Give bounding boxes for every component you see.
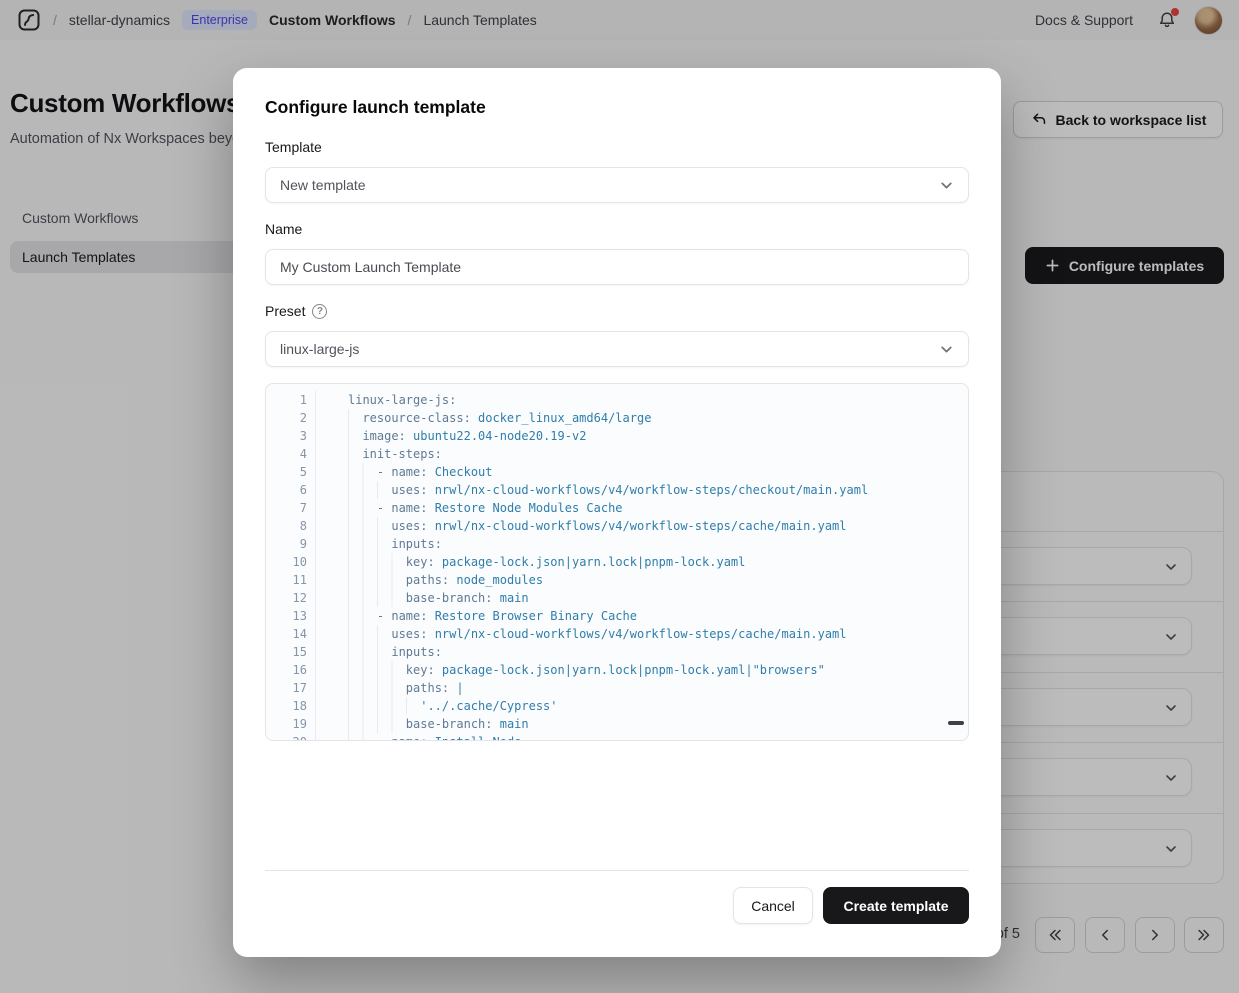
code-lines: 1linux-large-js:2resource-class: docker_… [266, 391, 968, 741]
name-input-value: My Custom Launch Template [280, 259, 461, 275]
configure-launch-template-modal: Configure launch template Template New t… [233, 68, 1001, 957]
preset-label-text: Preset [265, 303, 305, 319]
preset-label: Preset ? [265, 303, 969, 319]
chevron-down-icon [939, 342, 954, 357]
preset-select-value: linux-large-js [280, 341, 359, 357]
create-template-button[interactable]: Create template [823, 887, 969, 924]
template-select[interactable]: New template [265, 167, 969, 203]
modal-title: Configure launch template [265, 97, 969, 118]
template-select-value: New template [280, 177, 366, 193]
yaml-code-editor[interactable]: 1linux-large-js:2resource-class: docker_… [265, 383, 969, 741]
template-label: Template [265, 139, 969, 155]
cancel-button[interactable]: Cancel [733, 887, 813, 924]
name-input[interactable]: My Custom Launch Template [265, 249, 969, 285]
name-label: Name [265, 221, 969, 237]
chevron-down-icon [939, 178, 954, 193]
help-icon[interactable]: ? [312, 304, 327, 319]
footer-divider [265, 870, 969, 871]
modal-footer: Cancel Create template [265, 887, 969, 924]
scrollbar-thumb[interactable] [948, 721, 964, 725]
preset-select[interactable]: linux-large-js [265, 331, 969, 367]
